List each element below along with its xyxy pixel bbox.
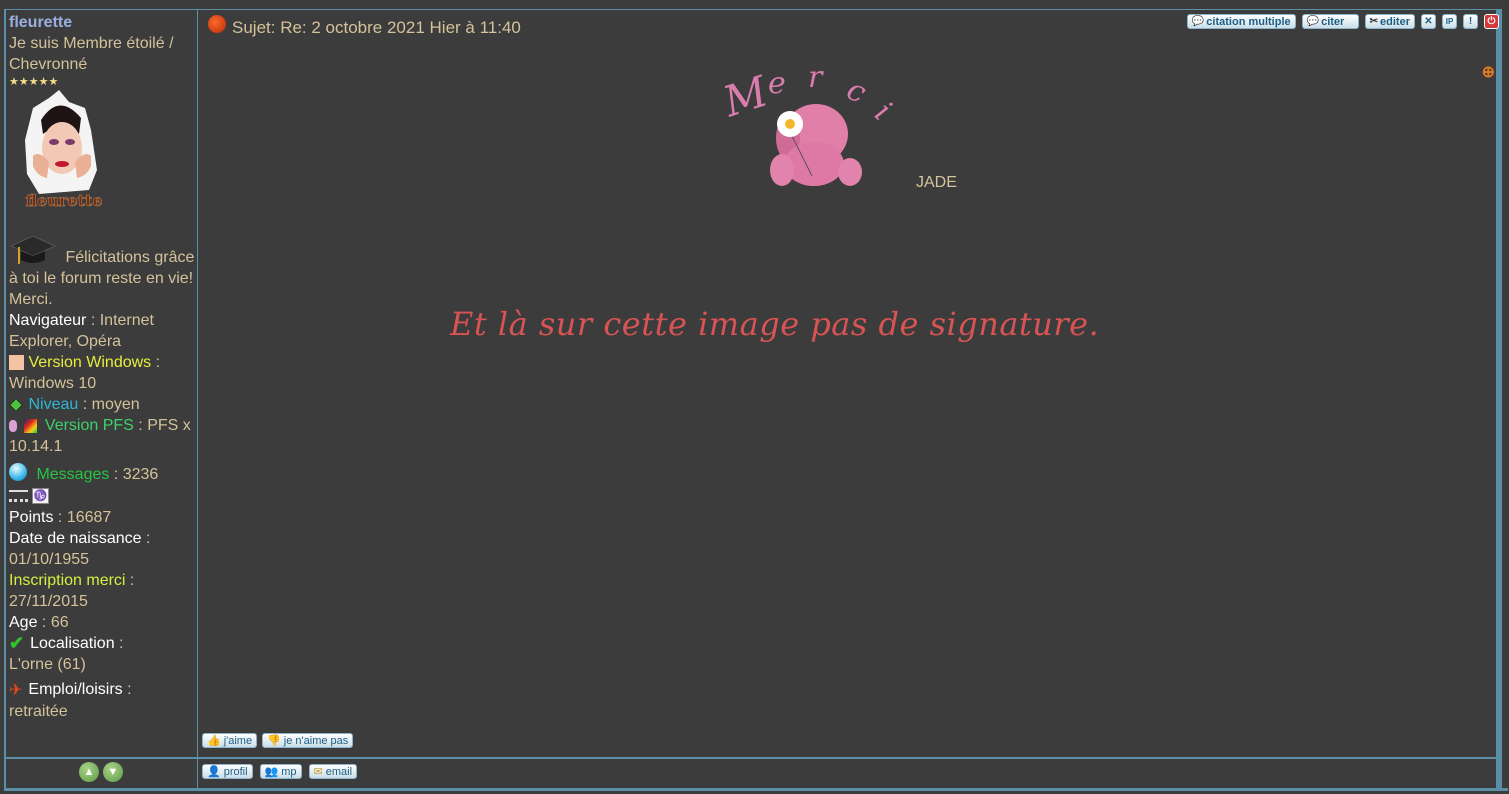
user-icon: 👤 [207, 766, 221, 778]
merci-letter: r [808, 60, 823, 95]
field-version-windows: Version Windows : Windows 10 [9, 354, 161, 392]
profil-button[interactable]: 👤 profil [202, 764, 253, 779]
like-button[interactable]: 👍 j'aime [202, 733, 258, 748]
mascot-icon [9, 419, 17, 432]
graduation-cap-icon [9, 234, 57, 268]
ladybug-icon [208, 15, 226, 33]
arrow-down-icon: ▼ [107, 766, 119, 778]
scroll-up-button[interactable]: ▲ [79, 762, 99, 782]
reactions: 👍 j'aime 👎 je n'aime pas [202, 733, 354, 748]
quote-bubble-icon: 💬 [1306, 16, 1320, 27]
field-points: Points : 16687 [9, 509, 112, 526]
signature-name: JADE [916, 174, 957, 191]
author-username[interactable]: fleurette [9, 12, 195, 33]
windows-icon [9, 355, 24, 371]
field-navigateur: Navigateur : Internet Explorer, Opéra [9, 312, 154, 350]
author-profile: fleurette Je suis Membre étoilé / Chevro… [8, 12, 195, 722]
ip-icon: IP [1445, 17, 1454, 26]
thumbs-up-icon: 👍 [207, 735, 221, 747]
quote-bubble-icon: 💬 [1191, 16, 1205, 27]
post-toolbar: 💬 citation multiple 💬 citer ✂ editer ✕ I… [1186, 14, 1499, 29]
email-button[interactable]: ✉ email [308, 764, 358, 779]
delete-button[interactable]: ✕ [1421, 14, 1436, 29]
editer-button[interactable]: ✂ editer [1364, 14, 1415, 29]
field-date-naissance: Date de naissance : 01/10/1955 [9, 530, 151, 568]
author-actions: 👤 profil 👥 mp ✉ email [202, 764, 358, 779]
avatar: fleurette [19, 90, 109, 212]
mp-button[interactable]: 👥 mp [259, 764, 302, 779]
scroll-down-button[interactable]: ▼ [103, 762, 123, 782]
delete-icon: ✕ [1424, 16, 1433, 27]
ip-button[interactable]: IP [1442, 14, 1457, 29]
post-subject: Sujet: Re: 2 octobre 2021 Hier à 11:40 [232, 18, 521, 37]
merci-letter: e [768, 66, 786, 101]
zoom-in-icon[interactable]: ⊕ [1482, 62, 1495, 82]
citation-multiple-button[interactable]: 💬 citation multiple [1186, 14, 1296, 29]
post-title: Sujet: Re: 2 octobre 2021 Hier à 11:40 [208, 15, 521, 38]
post-navigation: ▲ ▼ [79, 762, 123, 782]
zodiac-goat-icon: ♑ [32, 488, 49, 504]
dislike-button[interactable]: 👎 je n'aime pas [262, 733, 354, 748]
merci-letter: i [867, 95, 898, 128]
guitar-icon: ✈ [9, 681, 23, 699]
edit-scissors-icon: ✂ [1369, 16, 1379, 27]
report-button[interactable]: ! [1463, 14, 1478, 29]
rank-stars: ★★★★★ [9, 76, 59, 88]
field-inscription: Inscription merci : 27/11/2015 [9, 572, 135, 610]
field-messages: Messages : 3236 [9, 462, 195, 485]
checkmark-icon: ✔ [9, 633, 25, 654]
post-message: Et là sur cette image pas de signature. [450, 305, 1100, 343]
field-age: Age : 66 [9, 614, 69, 631]
avatar-image: fleurette [25, 90, 103, 210]
felicitations-block: Félicitations grâce à toi le forum reste… [9, 212, 195, 310]
field-emploi: ✈ Emploi/loisirs : retraitée [9, 681, 132, 720]
globe-icon [9, 462, 27, 481]
arrow-up-icon: ▲ [83, 766, 95, 778]
svg-text:fleurette: fleurette [25, 191, 102, 210]
column-divider [197, 9, 198, 790]
motorbike-icon [9, 490, 28, 502]
pink-elephant-image [770, 104, 862, 186]
field-niveau: Niveau : moyen [8, 394, 195, 415]
pfs-app-icon [24, 418, 38, 433]
field-version-pfs: Version PFS : PFS x 10.14.1 [9, 417, 191, 455]
warn-button[interactable]: ⏻ [1484, 14, 1499, 29]
thumbs-down-icon: 👎 [267, 735, 281, 747]
diamond-icon [8, 397, 24, 412]
field-localisation: ✔ Localisation : L'orne (61) [9, 633, 124, 674]
users-icon: 👥 [264, 766, 279, 778]
citer-button[interactable]: 💬 citer [1301, 14, 1359, 29]
exclamation-icon: ! [1468, 16, 1473, 27]
merci-image: M e r c i [717, 60, 910, 190]
badges-row: ♑ [9, 485, 195, 507]
frame-bottom-border [4, 788, 1508, 791]
envelope-icon: ✉ [313, 766, 323, 778]
author-rank: Je suis Membre étoilé / Chevronné [9, 35, 174, 73]
warning-icon: ⏻ [1487, 16, 1496, 27]
footer-divider [6, 757, 1496, 759]
